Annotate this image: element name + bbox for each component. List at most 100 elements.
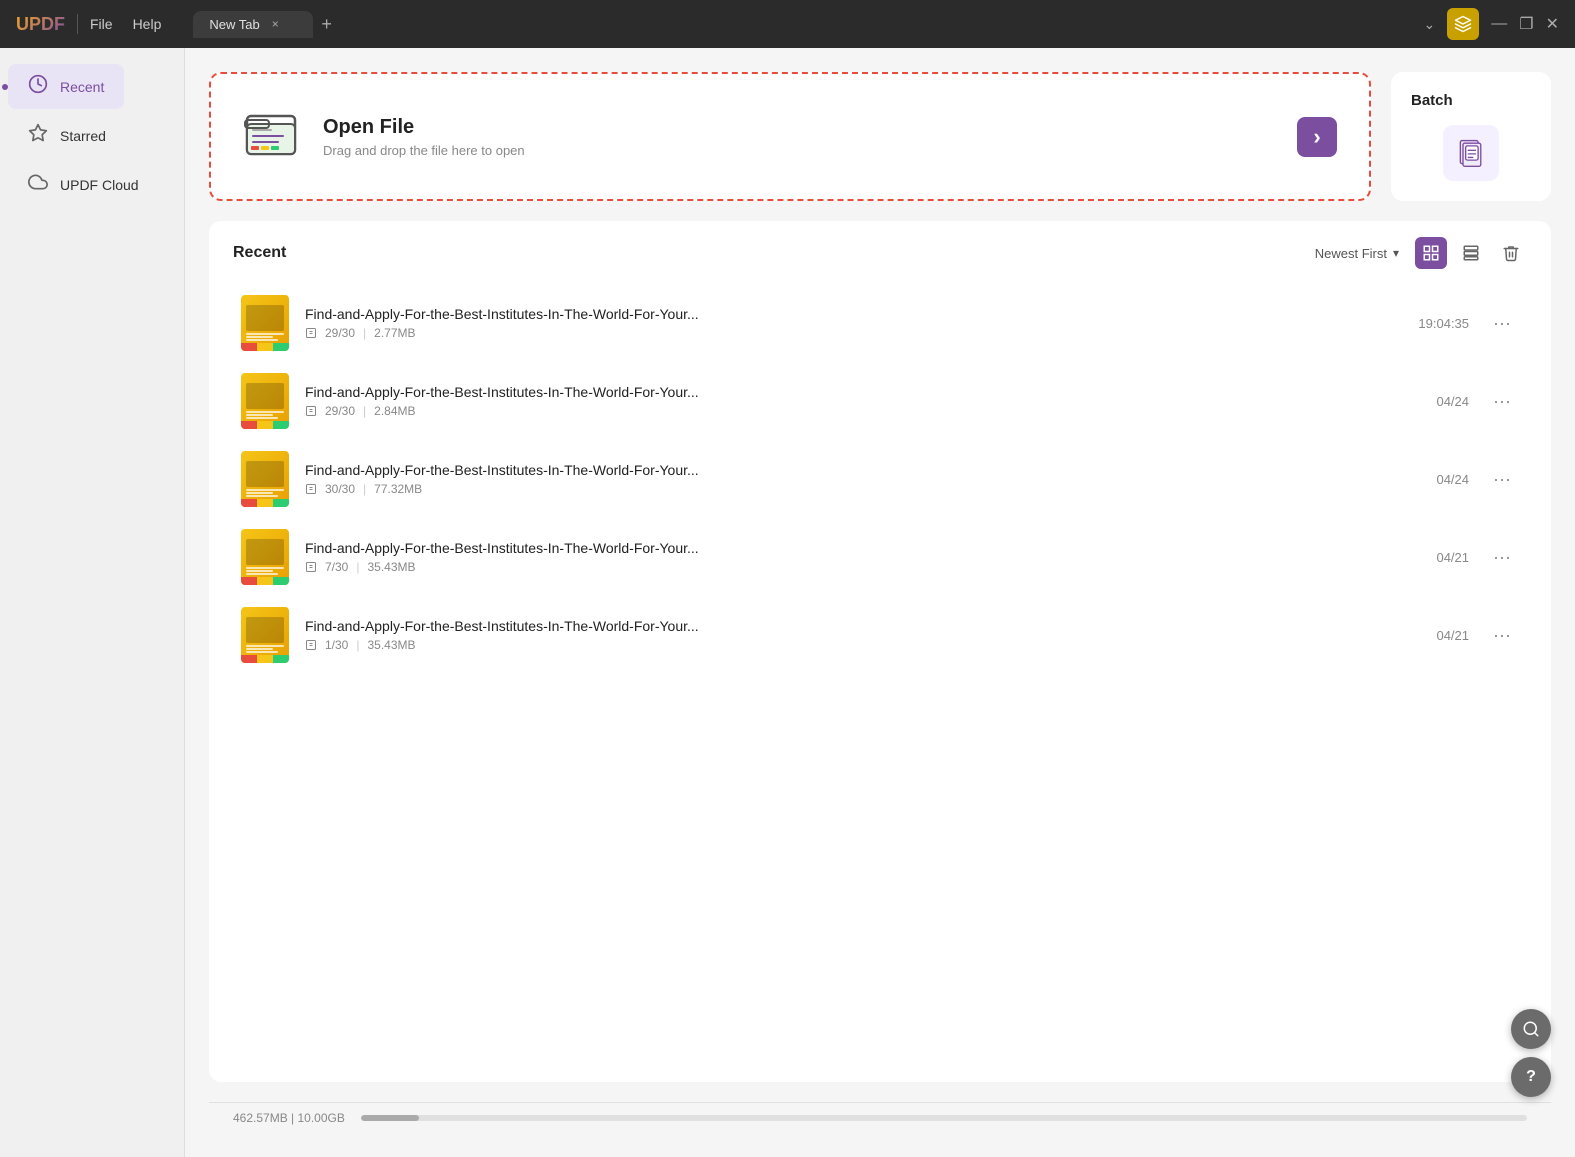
file-info: Find-and-Apply-For-the-Best-Institutes-I…	[305, 384, 1373, 418]
updf-ai-button[interactable]	[1447, 8, 1479, 40]
batch-title: Batch	[1411, 92, 1453, 109]
file-thumbnail	[241, 295, 289, 351]
file-thumbnail	[241, 529, 289, 585]
file-pages: 29/30	[325, 326, 355, 340]
recent-header: Recent Newest First ▾	[233, 237, 1527, 269]
top-section: Open File Drag and drop the file here to…	[209, 72, 1551, 201]
sidebar-item-starred[interactable]: Starred	[8, 113, 176, 158]
sort-dropdown[interactable]: Newest First ▾	[1315, 246, 1399, 261]
search-float-button[interactable]	[1511, 1009, 1551, 1049]
open-file-card[interactable]: Open File Drag and drop the file here to…	[209, 72, 1371, 201]
sidebar-item-wrapper-recent: Recent	[0, 64, 184, 109]
file-info: Find-and-Apply-For-the-Best-Institutes-I…	[305, 306, 1373, 340]
storage-bar-fill	[361, 1115, 419, 1121]
file-size: 77.32MB	[374, 482, 422, 496]
tab-label: New Tab	[209, 17, 259, 32]
file-meta: 29/30 | 2.77MB	[305, 326, 1373, 340]
file-meta: 30/30 | 77.32MB	[305, 482, 1373, 496]
help-icon: ?	[1526, 1068, 1536, 1086]
file-more-button[interactable]: ···	[1485, 543, 1519, 572]
open-file-title: Open File	[323, 116, 525, 139]
file-name: Find-and-Apply-For-the-Best-Institutes-I…	[305, 384, 1373, 400]
new-tab-button[interactable]: +	[321, 14, 332, 35]
file-more-button[interactable]: ···	[1485, 387, 1519, 416]
file-list-item[interactable]: Find-and-Apply-For-the-Best-Institutes-I…	[233, 597, 1527, 673]
storage-progress-bar	[361, 1115, 1527, 1121]
view-buttons	[1415, 237, 1527, 269]
help-float-button[interactable]: ?	[1511, 1057, 1551, 1097]
status-bar: 462.57MB | 10.00GB	[209, 1102, 1551, 1133]
file-info: Find-and-Apply-For-the-Best-Institutes-I…	[305, 540, 1373, 574]
file-more-button[interactable]: ···	[1485, 309, 1519, 338]
recent-section-title: Recent	[233, 244, 1315, 262]
content-area: Open File Drag and drop the file here to…	[185, 48, 1575, 1157]
sidebar-item-recent[interactable]: Recent	[8, 64, 124, 109]
sidebar-item-starred-label: Starred	[60, 128, 106, 144]
menu-file[interactable]: File	[90, 16, 113, 32]
batch-card: Batch	[1391, 72, 1551, 201]
recent-section: Recent Newest First ▾	[209, 221, 1551, 1082]
menu-help[interactable]: Help	[133, 16, 162, 32]
cloud-icon	[28, 172, 48, 197]
active-indicator	[2, 84, 8, 90]
file-list-item[interactable]: Find-and-Apply-For-the-Best-Institutes-I…	[233, 363, 1527, 439]
file-list-item[interactable]: Find-and-Apply-For-the-Best-Institutes-I…	[233, 441, 1527, 517]
file-list: Find-and-Apply-For-the-Best-Institutes-I…	[233, 285, 1527, 673]
new-tab[interactable]: New Tab ×	[193, 11, 313, 38]
tab-bar: New Tab × +	[193, 11, 332, 38]
file-name: Find-and-Apply-For-the-Best-Institutes-I…	[305, 462, 1373, 478]
open-file-text: Open File Drag and drop the file here to…	[323, 116, 525, 158]
file-meta: 1/30 | 35.43MB	[305, 638, 1373, 652]
file-name: Find-and-Apply-For-the-Best-Institutes-I…	[305, 618, 1373, 634]
app-logo: UPDF	[16, 14, 65, 35]
file-pages: 7/30	[325, 560, 348, 574]
file-thumbnail	[241, 373, 289, 429]
main-container: Recent Starred UPDF Cloud	[0, 48, 1575, 1157]
file-list-item[interactable]: Find-and-Apply-For-the-Best-Institutes-I…	[233, 519, 1527, 595]
delete-button[interactable]	[1495, 237, 1527, 269]
list-view-button[interactable]	[1415, 237, 1447, 269]
file-thumbnail	[241, 451, 289, 507]
batch-icon-button[interactable]	[1443, 125, 1499, 181]
window-dropdown[interactable]: ⌄	[1424, 16, 1436, 33]
file-timestamp: 19:04:35	[1389, 316, 1469, 331]
file-more-button[interactable]: ···	[1485, 465, 1519, 494]
file-timestamp: 04/24	[1389, 394, 1469, 409]
file-timestamp: 04/24	[1389, 472, 1469, 487]
minimize-button[interactable]: —	[1491, 15, 1507, 33]
file-meta: 7/30 | 35.43MB	[305, 560, 1373, 574]
sidebar-item-cloud-label: UPDF Cloud	[60, 177, 139, 193]
file-timestamp: 04/21	[1389, 628, 1469, 643]
storage-info: 462.57MB | 10.00GB	[233, 1111, 345, 1125]
sidebar: Recent Starred UPDF Cloud	[0, 48, 185, 1157]
file-size: 2.84MB	[374, 404, 415, 418]
grid-view-button[interactable]	[1455, 237, 1487, 269]
sidebar-item-updf-cloud[interactable]: UPDF Cloud	[8, 162, 176, 207]
file-thumbnail	[241, 607, 289, 663]
sort-chevron-icon: ▾	[1393, 246, 1399, 260]
file-more-button[interactable]: ···	[1485, 621, 1519, 650]
file-pages: 29/30	[325, 404, 355, 418]
file-size: 2.77MB	[374, 326, 415, 340]
sidebar-item-recent-label: Recent	[60, 79, 104, 95]
floating-buttons: ?	[1511, 1009, 1551, 1097]
open-file-icon	[243, 106, 303, 167]
titlebar: UPDF File Help New Tab × + ⌄ — ❐ ✕	[0, 0, 1575, 48]
file-list-item[interactable]: Find-and-Apply-For-the-Best-Institutes-I…	[233, 285, 1527, 361]
maximize-button[interactable]: ❐	[1519, 14, 1533, 34]
titlebar-menu: File Help	[90, 16, 161, 32]
logo-text: UPDF	[16, 14, 65, 35]
file-pages: 1/30	[325, 638, 348, 652]
file-name: Find-and-Apply-For-the-Best-Institutes-I…	[305, 306, 1373, 322]
file-size: 35.43MB	[367, 560, 415, 574]
open-file-arrow-button[interactable]: ›	[1297, 117, 1337, 157]
close-button[interactable]: ✕	[1546, 14, 1559, 34]
file-timestamp: 04/21	[1389, 550, 1469, 565]
tab-close-button[interactable]: ×	[272, 17, 279, 31]
sort-label: Newest First	[1315, 246, 1387, 261]
file-name: Find-and-Apply-For-the-Best-Institutes-I…	[305, 540, 1373, 556]
file-info: Find-and-Apply-For-the-Best-Institutes-I…	[305, 462, 1373, 496]
file-meta: 29/30 | 2.84MB	[305, 404, 1373, 418]
arrow-icon: ›	[1313, 124, 1320, 150]
star-icon	[28, 123, 48, 148]
